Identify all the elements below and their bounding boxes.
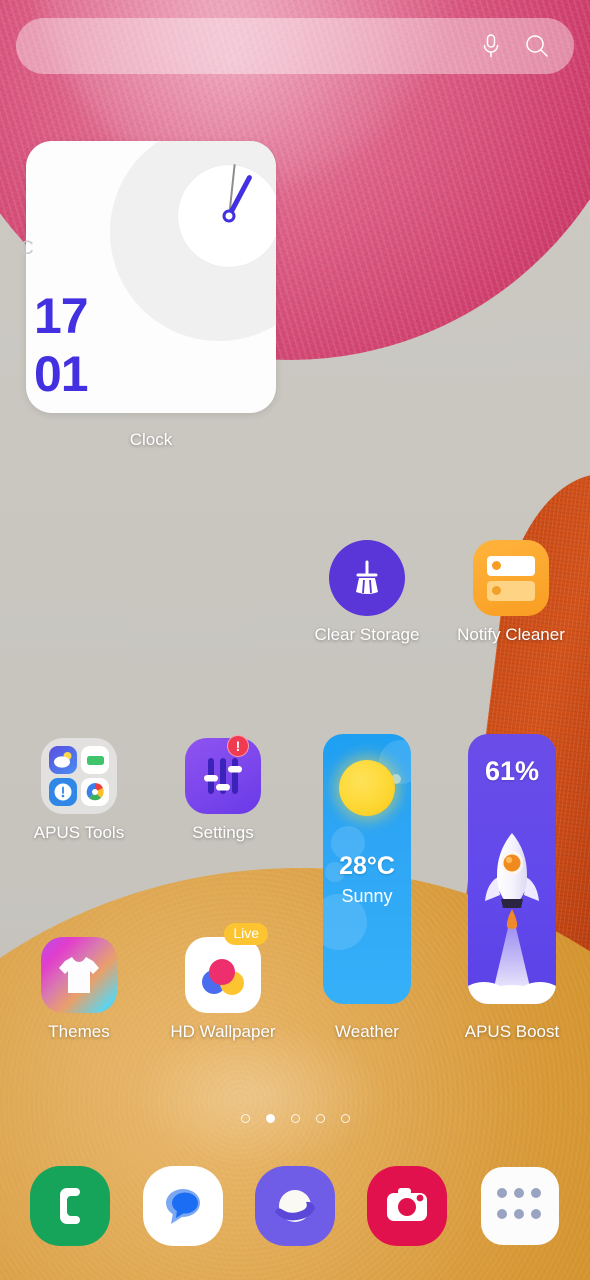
boost-percentage: 61%	[484, 756, 540, 786]
broom-icon	[329, 540, 405, 616]
clock-center-pin	[222, 209, 236, 223]
weather-widget-label: Weather	[335, 1022, 399, 1041]
app-label: Clear Storage	[314, 625, 420, 644]
planet-icon	[254, 1166, 335, 1246]
apus-tools-icon-wrap[interactable]	[41, 738, 117, 814]
weather-condition: Sunny	[341, 886, 393, 906]
page-dot[interactable]	[240, 1114, 250, 1123]
folder-item-battery-icon	[81, 746, 109, 774]
live-badge: Live	[224, 923, 268, 945]
home-screen: C 17 01 Clock Clear Storage Notify Clean…	[0, 0, 590, 1280]
dock-item-internet[interactable]	[254, 1166, 335, 1246]
weather-widget[interactable]: 28°C Sunny	[323, 734, 411, 1004]
search-input[interactable]	[16, 18, 468, 74]
folder-item-color-wheel-icon	[81, 778, 109, 806]
clock-widget-label: Clock	[129, 430, 173, 449]
wallpaper-gold-highlight	[130, 1020, 390, 1170]
clock-analog-face	[178, 164, 276, 267]
message-bubble-icon	[142, 1166, 223, 1246]
notification-cards-icon	[473, 540, 549, 616]
dock-item-camera[interactable]	[367, 1166, 448, 1246]
hd-wallpaper-icon-wrap[interactable]: Live	[185, 923, 268, 1013]
themes-icon-wrap[interactable]	[41, 937, 117, 1013]
camera-icon	[367, 1166, 448, 1246]
app-label: Notify Cleaner	[457, 625, 565, 644]
page-dot-active[interactable]	[265, 1114, 275, 1123]
clock-hours: 17	[34, 288, 89, 344]
folder-item-info-icon	[49, 778, 77, 806]
app-apus-tools[interactable]: APUS Tools	[19, 738, 139, 843]
app-notify-cleaner[interactable]: Notify Cleaner	[451, 540, 571, 645]
tshirt-icon	[41, 937, 117, 1013]
app-label: Settings	[192, 823, 254, 842]
notify-cleaner-icon-wrap[interactable]	[473, 540, 549, 616]
page-dot[interactable]	[290, 1114, 300, 1123]
clock-minutes: 01	[34, 346, 89, 402]
search-icon[interactable]	[514, 18, 560, 74]
notification-card-bottom	[487, 580, 535, 601]
app-clear-storage[interactable]: Clear Storage	[307, 540, 427, 645]
weather-temperature: 28°C	[339, 852, 395, 880]
rocket-icon	[468, 833, 556, 1004]
app-themes[interactable]: Themes	[19, 937, 139, 1042]
app-label: APUS Tools	[33, 823, 125, 842]
status-badge: !	[227, 735, 249, 757]
dock-item-phone[interactable]	[30, 1166, 111, 1246]
folder-item-weather-icon	[49, 746, 77, 774]
dock-item-messages[interactable]	[142, 1166, 223, 1246]
search-bar[interactable]	[16, 18, 574, 74]
app-label: Themes	[48, 1022, 110, 1041]
page-indicator	[0, 1114, 590, 1123]
page-dot[interactable]	[340, 1114, 350, 1123]
settings-icon-wrap[interactable]: !	[185, 735, 261, 814]
phone-icon	[30, 1166, 111, 1246]
sun-icon	[339, 760, 395, 816]
app-hd-wallpaper[interactable]: Live HD Wallpaper	[163, 923, 283, 1042]
app-label: HD Wallpaper	[170, 1022, 276, 1041]
page-dot[interactable]	[315, 1114, 325, 1123]
app-settings[interactable]: ! Settings	[163, 735, 283, 843]
notification-card-top	[487, 555, 535, 576]
microphone-icon[interactable]	[468, 18, 514, 74]
folder-icon	[41, 738, 117, 814]
boost-widget[interactable]: 61%	[468, 734, 556, 1004]
clear-storage-icon-wrap[interactable]	[329, 540, 405, 616]
dock	[0, 1166, 590, 1246]
app-grid-icon	[480, 1167, 559, 1245]
boost-widget-label: APUS Boost	[464, 1022, 560, 1041]
sliders-icon	[185, 738, 261, 814]
color-circles-icon	[185, 937, 261, 1013]
dock-item-apps[interactable]	[480, 1166, 560, 1246]
clock-city-label: C	[20, 238, 34, 259]
